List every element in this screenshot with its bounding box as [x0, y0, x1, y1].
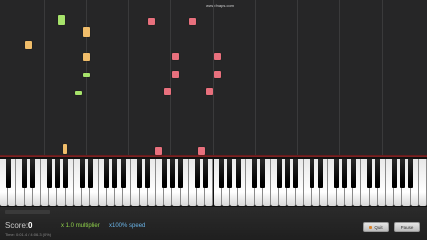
white-key[interactable] — [418, 159, 427, 206]
lane-divider — [297, 0, 298, 157]
black-key[interactable] — [137, 159, 143, 188]
multiplier-prefix: x — [61, 223, 64, 229]
black-key[interactable] — [309, 159, 315, 188]
lane-divider — [382, 0, 383, 157]
orange-note — [25, 41, 32, 49]
black-key[interactable] — [169, 159, 175, 188]
song-progress-bar[interactable] — [5, 210, 50, 214]
multiplier-value: 1.0 — [65, 223, 75, 229]
black-key[interactable] — [194, 159, 200, 188]
black-key[interactable] — [350, 159, 356, 188]
green-note — [83, 73, 90, 77]
lane-divider — [255, 0, 256, 157]
pink-note — [164, 88, 171, 95]
lane-divider — [170, 0, 171, 157]
score-label: Score: — [5, 221, 29, 230]
black-key[interactable] — [46, 159, 52, 188]
black-key[interactable] — [391, 159, 397, 188]
black-key[interactable] — [22, 159, 28, 188]
black-key[interactable] — [334, 159, 340, 188]
quit-button-label: Quit — [374, 224, 383, 230]
black-key[interactable] — [219, 159, 225, 188]
black-key[interactable] — [145, 159, 151, 188]
stop-square-icon — [369, 225, 373, 229]
multiplier-readout: x 1.0 multiplier — [61, 223, 100, 229]
black-key[interactable] — [284, 159, 290, 188]
pink-note — [148, 18, 155, 25]
black-key[interactable] — [104, 159, 110, 188]
black-key[interactable] — [293, 159, 299, 188]
falling-notes-area: www.fnaps.com — [0, 0, 427, 157]
pink-note — [214, 53, 221, 60]
pink-note — [198, 147, 205, 155]
black-key[interactable] — [202, 159, 208, 188]
black-key[interactable] — [367, 159, 372, 188]
lane-divider — [339, 0, 340, 157]
black-key[interactable] — [342, 159, 348, 188]
pink-note — [172, 53, 179, 60]
lane-divider — [44, 0, 45, 157]
black-key[interactable] — [120, 159, 126, 188]
black-key[interactable] — [235, 159, 241, 188]
black-key[interactable] — [55, 159, 60, 188]
speed-label: speed — [129, 223, 146, 229]
black-key[interactable] — [399, 159, 405, 188]
black-key[interactable] — [227, 159, 233, 188]
black-key[interactable] — [252, 159, 258, 188]
lane-divider — [128, 0, 129, 157]
pink-note — [206, 88, 213, 95]
pink-note — [155, 147, 162, 155]
black-key[interactable] — [112, 159, 118, 188]
black-key[interactable] — [260, 159, 266, 188]
orange-note — [83, 53, 90, 61]
quit-button[interactable]: Quit — [363, 222, 389, 232]
black-key[interactable] — [178, 159, 184, 188]
black-key[interactable] — [63, 159, 69, 188]
black-key[interactable] — [317, 159, 323, 188]
lane-divider — [86, 0, 87, 157]
black-key[interactable] — [87, 159, 93, 188]
black-key[interactable] — [79, 159, 85, 188]
green-note — [75, 91, 82, 95]
orange-note — [83, 27, 90, 37]
multiplier-label: multiplier — [75, 223, 100, 229]
score-value: 0 — [28, 221, 33, 230]
black-key[interactable] — [375, 159, 381, 188]
speed-readout: x100% speed — [109, 223, 145, 229]
pink-note — [214, 71, 221, 78]
pause-button-label: Pause — [400, 224, 414, 230]
black-key[interactable] — [30, 159, 36, 188]
pink-note — [189, 18, 196, 25]
lane-divider — [213, 0, 214, 157]
pink-note — [172, 71, 179, 78]
black-key[interactable] — [408, 159, 414, 188]
pause-button[interactable]: Pause — [394, 222, 420, 232]
speed-value: 100% — [112, 223, 128, 229]
green-note — [58, 15, 65, 25]
black-key[interactable] — [276, 159, 282, 188]
time-readout: Time: 0:01.4 / 4:06.3 (0%) — [5, 232, 52, 237]
piano-keyboard[interactable] — [0, 157, 427, 207]
black-key[interactable] — [161, 159, 167, 188]
orange-note — [63, 144, 67, 154]
black-key[interactable] — [5, 159, 11, 188]
watermark: www.fnaps.com — [205, 3, 234, 8]
